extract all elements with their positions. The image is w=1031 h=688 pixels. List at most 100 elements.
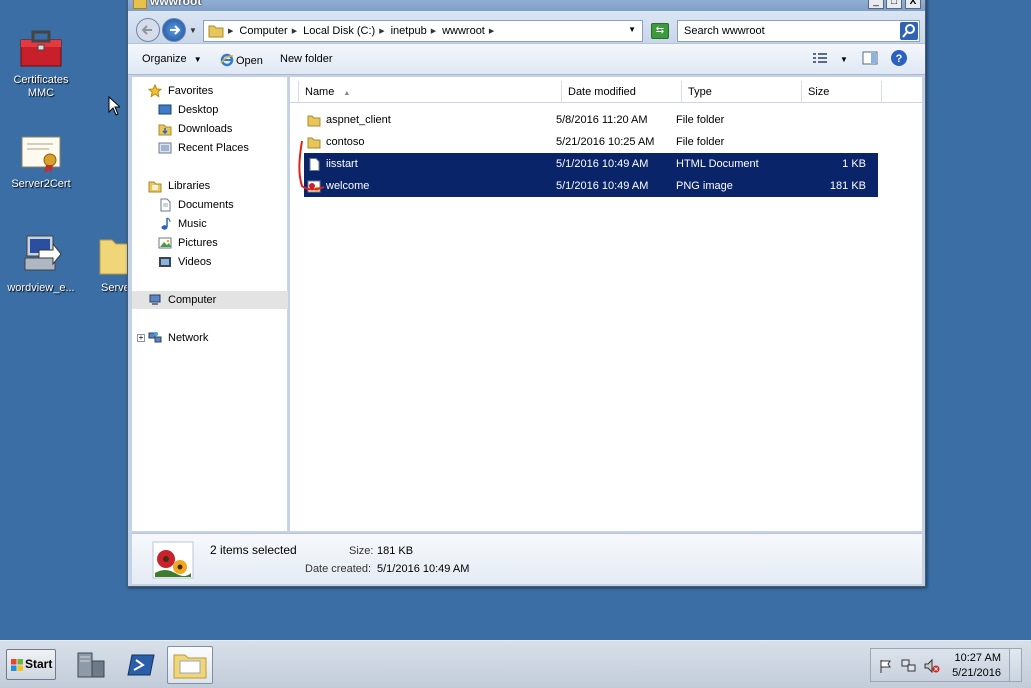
folder-icon bbox=[99, 239, 130, 275]
computer-icon bbox=[149, 294, 161, 305]
address-bar[interactable]: ▶ Computer ▶ Local Disk (C:) ▶ inetpub ▶… bbox=[203, 20, 643, 42]
file-type: HTML Document bbox=[676, 158, 759, 170]
file-date-modified: 5/1/2016 10:49 AM bbox=[556, 180, 649, 192]
action-center-flag-icon[interactable] bbox=[878, 658, 894, 674]
start-label: Start bbox=[25, 657, 53, 671]
taskbar: Start 10:27 AM 5/21/2016 bbox=[0, 640, 1031, 688]
column-header-date-modified[interactable]: Date modified bbox=[562, 81, 682, 103]
libraries-icon bbox=[148, 181, 162, 193]
search-input[interactable]: Search wwwroot bbox=[677, 20, 920, 42]
column-headers: Name ▲ Date modified Type Size bbox=[290, 81, 922, 103]
nav-libraries-label: Libraries bbox=[168, 180, 211, 192]
file-date-modified: 5/1/2016 10:49 AM bbox=[556, 158, 649, 170]
address-history-dropdown-icon[interactable]: ▼ bbox=[628, 25, 636, 34]
folder-icon bbox=[173, 654, 207, 679]
preview-pane-icon bbox=[862, 51, 878, 65]
nav-pictures[interactable]: Pictures bbox=[132, 234, 288, 252]
nav-network[interactable]: + Network bbox=[132, 329, 288, 347]
column-header-name[interactable]: Name ▲ bbox=[298, 81, 562, 103]
view-options-button[interactable] bbox=[812, 50, 828, 69]
search-button[interactable] bbox=[900, 22, 918, 40]
file-row[interactable]: iisstart 5/1/2016 10:49 AM HTML Document 1 … bbox=[304, 153, 878, 175]
close-button[interactable]: X bbox=[905, 0, 921, 9]
downloads-icon bbox=[158, 124, 172, 136]
toolbox-icon bbox=[20, 30, 62, 67]
file-row[interactable]: contoso 5/21/2016 10:25 AM File folder bbox=[304, 131, 878, 153]
nav-videos[interactable]: Videos bbox=[132, 253, 288, 271]
search-placeholder: Search wwwroot bbox=[684, 25, 765, 37]
forward-button[interactable] bbox=[162, 18, 186, 42]
start-button[interactable]: Start bbox=[6, 649, 56, 680]
refresh-button[interactable]: ⇆ bbox=[651, 23, 669, 39]
breadcrumb-separator-icon[interactable]: ▶ bbox=[228, 27, 233, 35]
volume-muted-icon[interactable] bbox=[924, 658, 940, 674]
desktop-icon-server2cert[interactable]: Server2Cert bbox=[0, 134, 82, 191]
show-desktop-button[interactable] bbox=[1009, 649, 1021, 681]
explorer-taskbar-button[interactable] bbox=[167, 646, 213, 684]
breadcrumb-inetpub[interactable]: inetpub bbox=[391, 25, 427, 37]
installer-icon bbox=[24, 235, 62, 271]
expand-icon[interactable]: + bbox=[137, 334, 145, 342]
nav-libraries[interactable]: Libraries bbox=[132, 177, 288, 195]
clock-date[interactable]: 5/21/2016 bbox=[952, 667, 1001, 679]
help-button[interactable]: ? bbox=[890, 49, 908, 70]
column-header-size[interactable]: Size bbox=[802, 81, 882, 103]
breadcrumb-separator-icon[interactable]: ▶ bbox=[379, 27, 384, 35]
network-status-icon[interactable] bbox=[901, 658, 917, 674]
powershell-taskbar-button[interactable] bbox=[122, 647, 162, 683]
nav-downloads[interactable]: Downloads bbox=[132, 120, 288, 138]
breadcrumb-separator-icon[interactable]: ▶ bbox=[292, 27, 297, 35]
nav-computer[interactable]: Computer bbox=[132, 291, 288, 309]
desktop-icon-label: Certificates MMC bbox=[13, 74, 69, 99]
breadcrumb-separator-icon[interactable]: ▶ bbox=[431, 27, 436, 35]
nav-videos-label: Videos bbox=[178, 256, 212, 268]
nav-desktop[interactable]: Desktop bbox=[132, 101, 288, 119]
new-folder-button[interactable]: New folder bbox=[280, 53, 333, 65]
desktop-icon-certificates-mmc[interactable]: Certificates MMC bbox=[0, 26, 82, 100]
maximize-button[interactable]: □ bbox=[886, 0, 902, 9]
clock-time[interactable]: 10:27 AM bbox=[955, 652, 1001, 664]
view-dropdown-icon[interactable]: ▼ bbox=[840, 55, 848, 64]
breadcrumb-separator-icon[interactable]: ▶ bbox=[489, 27, 494, 35]
nav-recent-places-label: Recent Places bbox=[178, 142, 249, 154]
nav-favorites[interactable]: Favorites bbox=[132, 82, 288, 100]
title-bar[interactable]: wwwroot _ □ X bbox=[128, 0, 925, 11]
recent-pages-dropdown-icon[interactable]: ▼ bbox=[189, 26, 197, 35]
nav-recent-places[interactable]: Recent Places bbox=[132, 139, 288, 157]
nav-documents-label: Documents bbox=[178, 199, 234, 211]
search-icon bbox=[902, 24, 915, 38]
file-date-modified: 5/8/2016 11:20 AM bbox=[556, 114, 648, 126]
breadcrumb-computer[interactable]: Computer bbox=[239, 25, 287, 37]
nav-computer-label: Computer bbox=[168, 294, 217, 306]
back-button[interactable] bbox=[136, 18, 160, 42]
size-value: 181 KB bbox=[377, 545, 414, 557]
desktop-icon-wordview[interactable]: wordview_e... bbox=[0, 232, 82, 295]
nav-music-label: Music bbox=[178, 218, 207, 230]
file-date-modified: 5/21/2016 10:25 AM bbox=[556, 136, 655, 148]
preview-pane-button[interactable] bbox=[862, 50, 878, 69]
breadcrumb-wwwroot[interactable]: wwwroot bbox=[442, 25, 485, 37]
window-title: wwwroot bbox=[150, 0, 202, 8]
nav-documents[interactable]: Documents bbox=[132, 196, 288, 214]
nav-desktop-label: Desktop bbox=[178, 104, 219, 116]
breadcrumb-local-disk[interactable]: Local Disk (C:) bbox=[303, 25, 375, 37]
back-arrow-icon bbox=[141, 25, 152, 35]
server-manager-taskbar-button[interactable] bbox=[70, 647, 110, 683]
recent-places-icon bbox=[158, 142, 172, 154]
nav-music[interactable]: Music bbox=[132, 215, 288, 233]
nav-downloads-label: Downloads bbox=[178, 123, 233, 135]
minimize-button[interactable]: _ bbox=[868, 0, 884, 9]
open-button[interactable]: Open bbox=[220, 53, 263, 67]
desktop-icon bbox=[158, 104, 172, 115]
desktop-icon-label: Serve bbox=[101, 282, 130, 294]
network-icon bbox=[148, 332, 162, 343]
pictures-icon bbox=[158, 237, 172, 249]
date-created-value: 5/1/2016 10:49 AM bbox=[377, 563, 470, 575]
organize-menu[interactable]: Organize ▼ bbox=[142, 53, 202, 65]
file-row[interactable]: aspnet_client 5/8/2016 11:20 AM File folde… bbox=[304, 109, 878, 131]
internet-explorer-icon bbox=[220, 53, 234, 67]
desktop-icon-server-folder[interactable]: Serve bbox=[88, 232, 130, 295]
file-row[interactable]: welcome 5/1/2016 10:49 AM PNG image 181 KB bbox=[304, 175, 878, 197]
column-header-type[interactable]: Type bbox=[682, 81, 802, 103]
nav-network-label: Network bbox=[168, 332, 209, 344]
